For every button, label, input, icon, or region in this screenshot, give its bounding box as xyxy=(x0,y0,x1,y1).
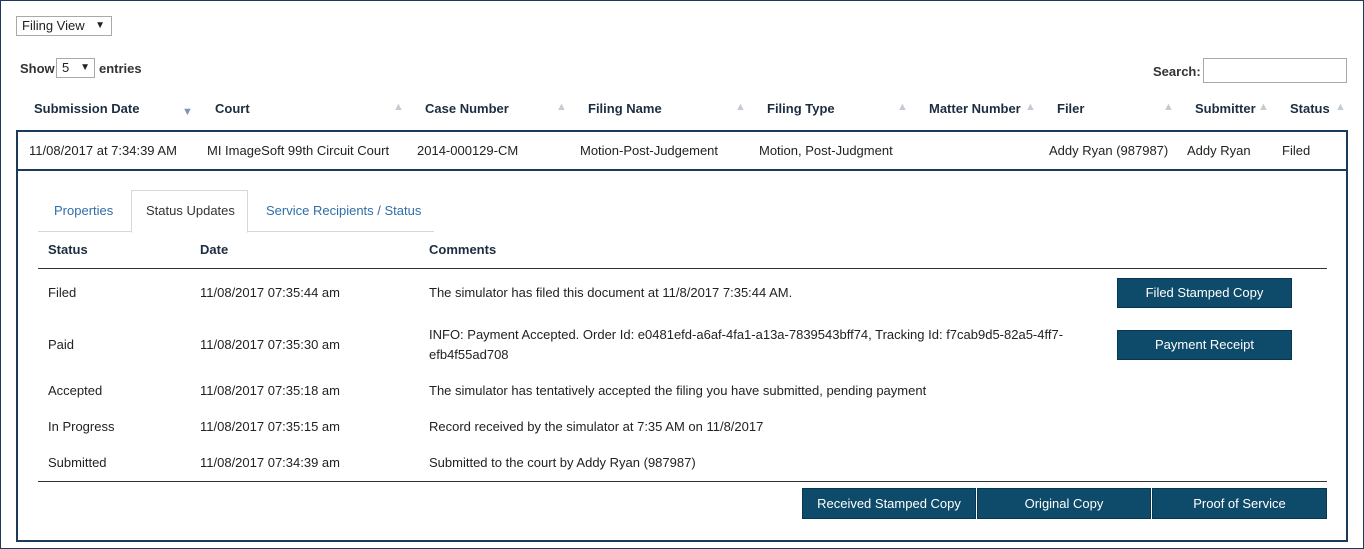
update-comment: Record received by the simulator at 7:35… xyxy=(429,419,764,434)
sort-desc-icon: ▼ xyxy=(182,106,193,118)
update-comment-line2: efb4f55ad708 xyxy=(429,347,509,362)
show-label: Show xyxy=(20,61,55,76)
col-case-number[interactable]: Case Number xyxy=(425,101,509,116)
sort-icon: ▲ xyxy=(393,101,404,113)
tab-service-recipients[interactable]: Service Recipients / Status xyxy=(266,203,421,218)
cell-filer[interactable]: Addy Ryan (987987) xyxy=(1049,143,1168,158)
update-comment: The simulator has tentatively accepted t… xyxy=(429,383,927,398)
caret-down-icon: ▼ xyxy=(95,20,105,31)
col-matter-number[interactable]: Matter Number xyxy=(929,101,1021,116)
view-select[interactable]: Filing View ▼ xyxy=(16,16,112,36)
cell-submitter[interactable]: Addy Ryan xyxy=(1187,143,1251,158)
cell-submission-date[interactable]: 11/08/2017 at 7:34:39 AM xyxy=(29,143,177,158)
sort-icon: ▲ xyxy=(1025,101,1036,113)
cell-court[interactable]: MI ImageSoft 99th Circuit Court xyxy=(207,143,389,158)
sort-icon: ▲ xyxy=(1163,101,1174,113)
update-status: Paid xyxy=(48,337,75,352)
caret-down-icon: ▼ xyxy=(80,62,90,73)
update-date: 11/08/2017 07:35:18 am xyxy=(200,383,340,398)
search-label: Search: xyxy=(1153,64,1201,79)
cell-filing-name[interactable]: Motion-Post-Judgement xyxy=(580,143,718,158)
entries-select-value: 5 xyxy=(62,60,70,75)
tab-status-updates-label[interactable]: Status Updates xyxy=(146,203,235,218)
cell-filing-type[interactable]: Motion, Post-Judgment xyxy=(759,143,893,158)
col-submitter[interactable]: Submitter xyxy=(1195,101,1256,116)
col-submission-date[interactable]: Submission Date xyxy=(34,101,139,116)
update-date: 11/08/2017 07:35:15 am xyxy=(200,419,340,434)
filed-stamped-copy-button[interactable]: Filed Stamped Copy xyxy=(1117,278,1292,308)
update-status: Filed xyxy=(48,285,77,300)
update-comment: Submitted to the court by Addy Ryan (987… xyxy=(429,455,696,470)
update-comment-line1: INFO: Payment Accepted. Order Id: e0481e… xyxy=(429,327,1064,342)
update-date: 11/08/2017 07:35:44 am xyxy=(200,285,340,300)
th-comments: Comments xyxy=(429,242,497,257)
original-copy-button[interactable]: Original Copy xyxy=(977,488,1151,519)
th-date: Date xyxy=(200,242,229,257)
search-input[interactable] xyxy=(1203,58,1347,83)
table-footer-line xyxy=(38,481,1327,482)
received-stamped-copy-button[interactable]: Received Stamped Copy xyxy=(802,488,976,519)
col-status[interactable]: Status xyxy=(1290,101,1330,116)
col-filing-type[interactable]: Filing Type xyxy=(767,101,835,116)
cell-status[interactable]: Filed xyxy=(1282,143,1310,158)
col-filer[interactable]: Filer xyxy=(1057,101,1084,116)
th-status: Status xyxy=(48,242,88,257)
update-status: In Progress xyxy=(48,419,115,434)
proof-of-service-button[interactable]: Proof of Service xyxy=(1152,488,1327,519)
view-select-value: Filing View xyxy=(22,18,85,33)
row-divider xyxy=(16,169,1348,171)
update-date: 11/08/2017 07:34:39 am xyxy=(200,455,340,470)
sort-icon: ▲ xyxy=(1335,101,1346,113)
tab-properties[interactable]: Properties xyxy=(54,203,113,218)
update-date: 11/08/2017 07:35:30 am xyxy=(200,337,340,352)
table-header-line xyxy=(38,268,1327,269)
update-status: Submitted xyxy=(48,455,107,470)
sort-icon: ▲ xyxy=(556,101,567,113)
col-court[interactable]: Court xyxy=(215,101,250,116)
sort-icon: ▲ xyxy=(735,101,746,113)
entries-label: entries xyxy=(99,61,142,76)
col-filing-name[interactable]: Filing Name xyxy=(588,101,662,116)
cell-case-number[interactable]: 2014-000129-CM xyxy=(417,143,518,158)
sort-icon: ▲ xyxy=(897,101,908,113)
sort-icon: ▲ xyxy=(1258,101,1269,113)
update-status: Accepted xyxy=(48,383,103,398)
entries-select[interactable]: 5 ▼ xyxy=(56,58,95,78)
payment-receipt-button[interactable]: Payment Receipt xyxy=(1117,330,1292,360)
update-comment: The simulator has filed this document at… xyxy=(429,285,793,300)
